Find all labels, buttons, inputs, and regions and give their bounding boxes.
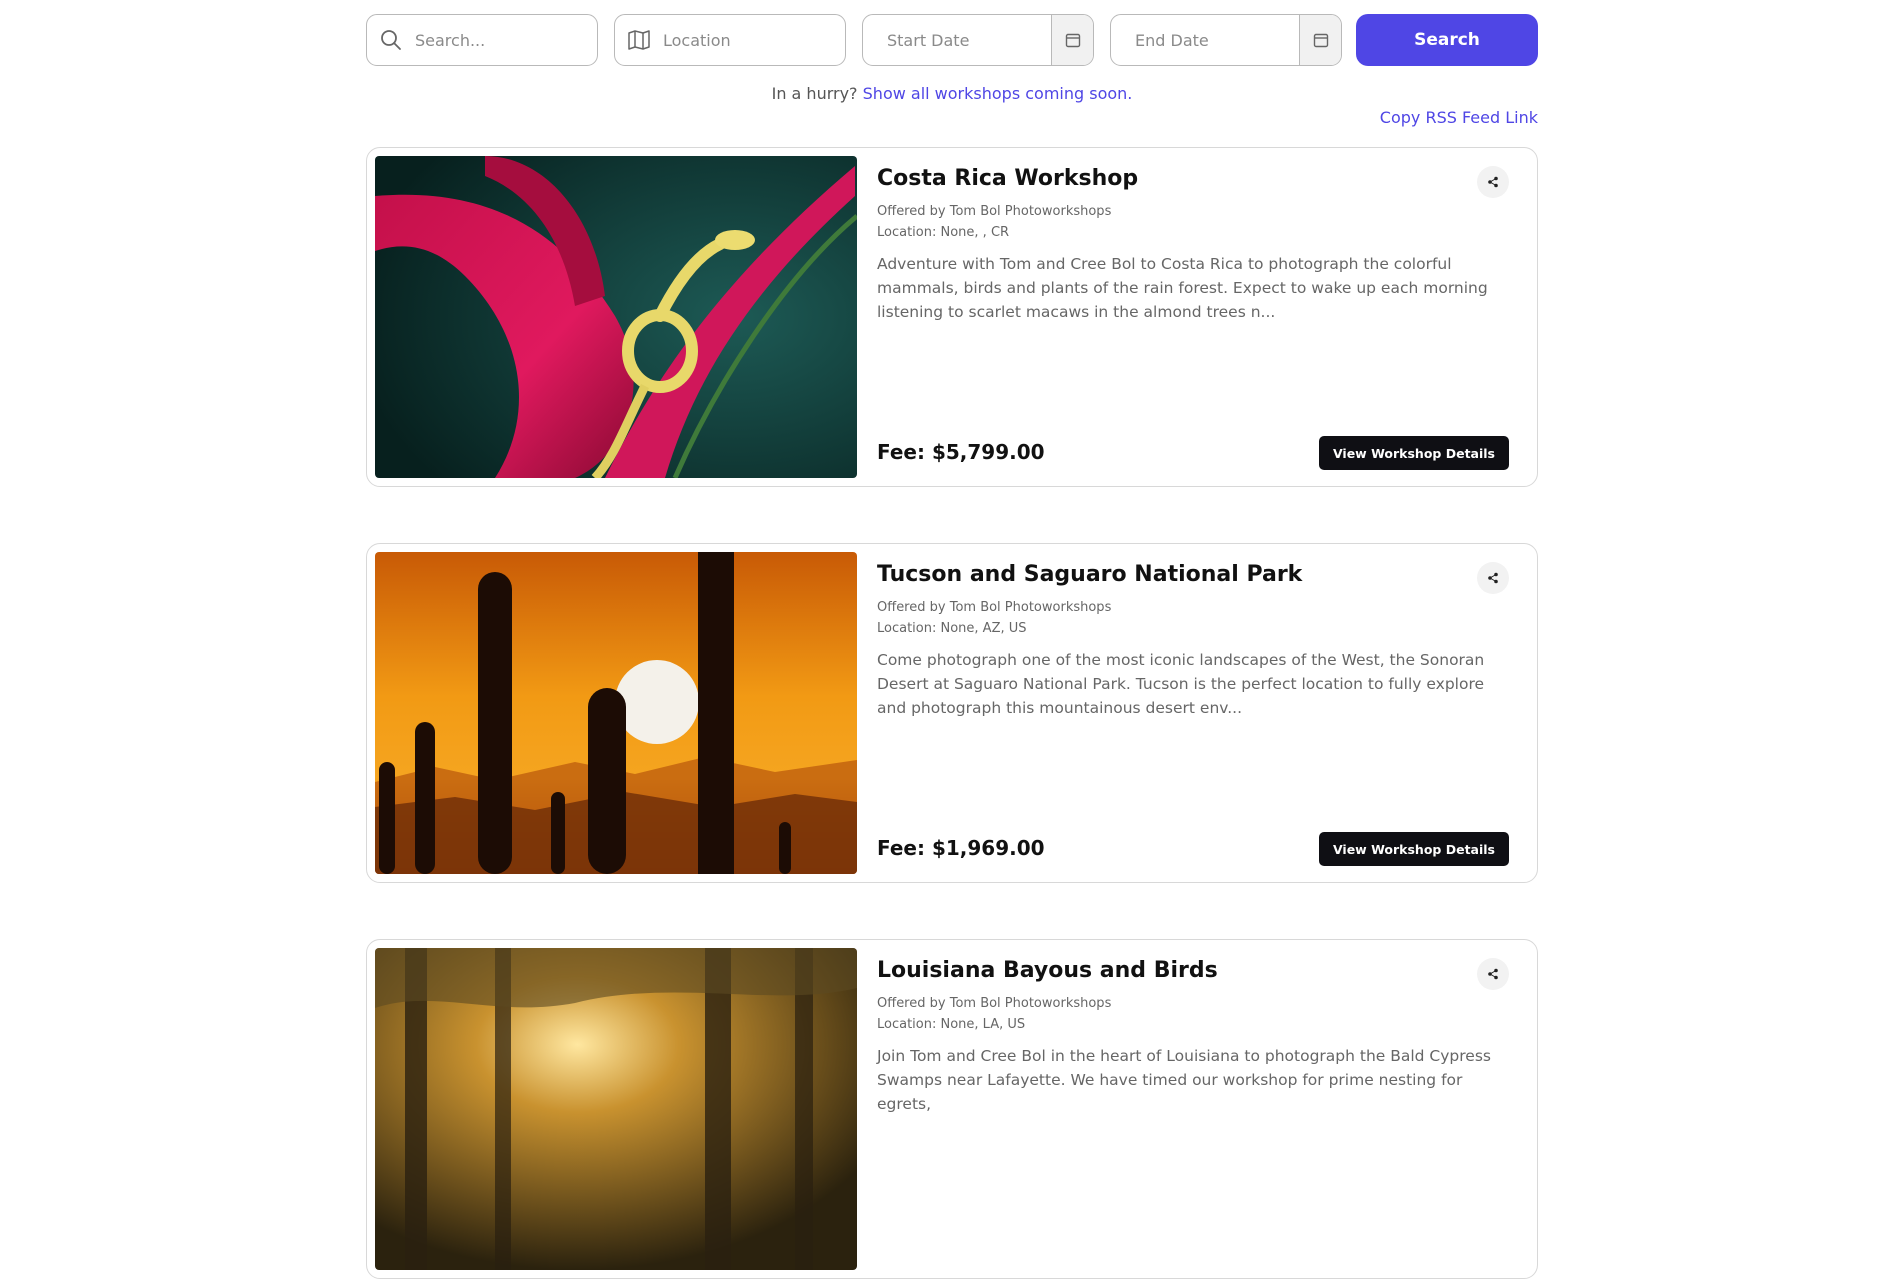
start-date-field[interactable] <box>862 14 1094 66</box>
workshop-offered-by: Offered by Tom Bol Photoworkshops <box>877 996 1112 1011</box>
workshop-title[interactable]: Costa Rica Workshop <box>877 166 1138 191</box>
end-date-input[interactable] <box>1111 15 1301 65</box>
workshop-card: Tucson and Saguaro National Park Offered… <box>366 543 1538 883</box>
workshop-offered-by: Offered by Tom Bol Photoworkshops <box>877 204 1112 219</box>
view-workshop-details-button[interactable]: View Workshop Details <box>1318 436 1509 470</box>
workshop-image[interactable] <box>375 552 857 874</box>
search-input[interactable] <box>415 15 597 65</box>
workshop-location: Location: None, AZ, US <box>877 621 1027 636</box>
hurry-note: In a hurry? Show all workshops coming so… <box>366 84 1538 103</box>
search-icon <box>367 15 415 65</box>
workshop-description: Come photograph one of the most iconic l… <box>877 651 1485 717</box>
search-field[interactable] <box>366 14 598 66</box>
workshop-card: Costa Rica Workshop Offered by Tom Bol P… <box>366 147 1538 487</box>
share-icon[interactable] <box>1477 166 1509 198</box>
view-workshop-details-button[interactable]: View Workshop Details <box>1318 832 1509 866</box>
start-date-input[interactable] <box>863 15 1053 65</box>
map-icon <box>615 15 663 65</box>
workshop-location: Location: None, LA, US <box>877 1017 1026 1032</box>
workshop-title[interactable]: Tucson and Saguaro National Park <box>877 562 1302 587</box>
search-button[interactable]: Search <box>1356 14 1538 66</box>
hurry-prefix: In a hurry? <box>771 84 858 103</box>
search-bar: Search <box>366 14 1538 66</box>
end-date-field[interactable] <box>1110 14 1342 66</box>
location-field[interactable] <box>614 14 846 66</box>
workshop-title[interactable]: Louisiana Bayous and Birds <box>877 958 1218 983</box>
workshop-description: Adventure with Tom and Cree Bol to Costa… <box>877 255 1488 321</box>
workshop-location: Location: None, , CR <box>877 225 1010 240</box>
workshop-image[interactable] <box>375 948 857 1270</box>
copy-rss-link[interactable]: Copy RSS Feed Link <box>1380 108 1538 127</box>
show-coming-soon-link[interactable]: Show all workshops coming soon. <box>863 84 1133 103</box>
share-icon[interactable] <box>1477 958 1509 990</box>
location-input[interactable] <box>663 15 845 65</box>
workshop-fee: Fee: $1,969.00 <box>877 836 1045 860</box>
workshop-description: Join Tom and Cree Bol in the heart of Lo… <box>877 1047 1491 1113</box>
calendar-icon[interactable] <box>1051 15 1093 65</box>
share-icon[interactable] <box>1477 562 1509 594</box>
calendar-icon[interactable] <box>1299 15 1341 65</box>
workshop-card: Louisiana Bayous and Birds Offered by To… <box>366 939 1538 1279</box>
workshop-image[interactable] <box>375 156 857 478</box>
workshop-offered-by: Offered by Tom Bol Photoworkshops <box>877 600 1112 615</box>
workshop-fee: Fee: $5,799.00 <box>877 440 1045 464</box>
